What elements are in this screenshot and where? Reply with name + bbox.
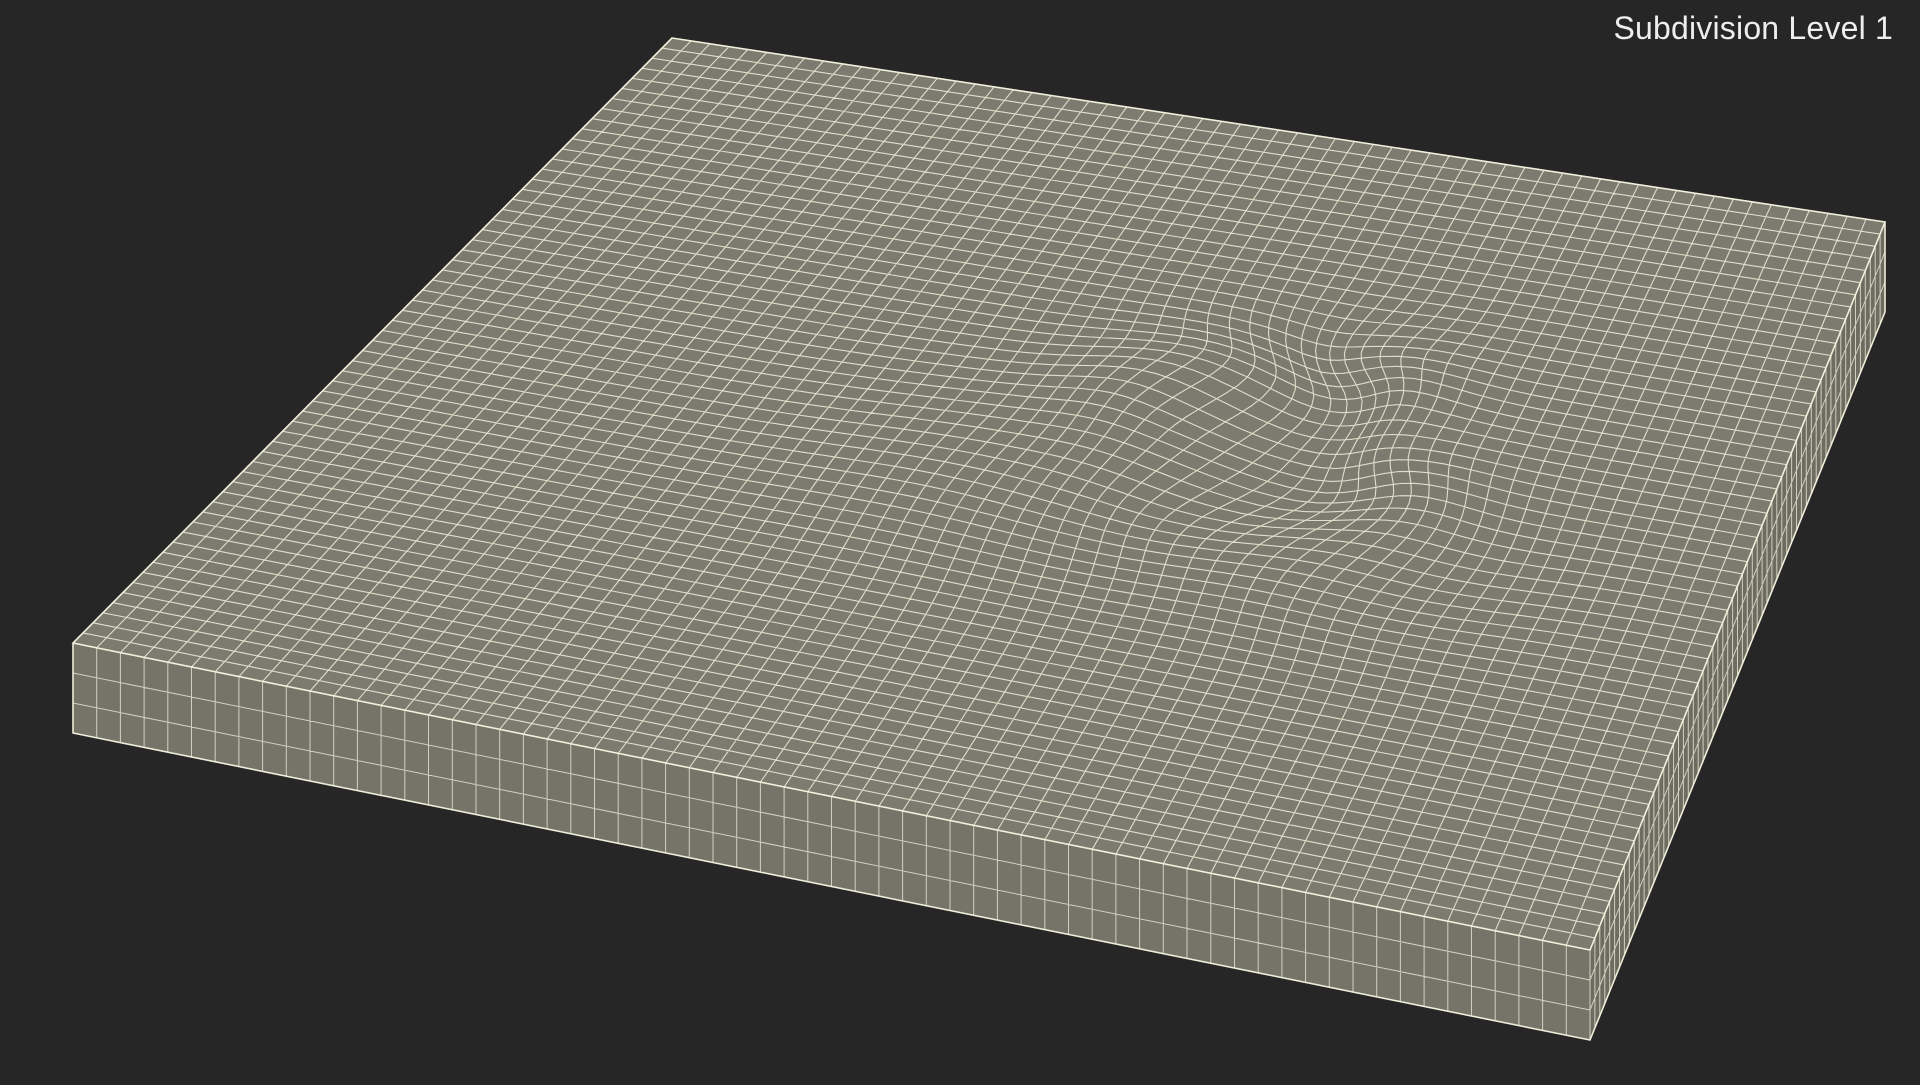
subdivision-level-label: Subdivision Level 1 — [1613, 10, 1893, 46]
3d-viewport[interactable]: Subdivision Level 1 — [0, 0, 1920, 1080]
wireframe-slab-model — [71, 37, 1887, 1041]
